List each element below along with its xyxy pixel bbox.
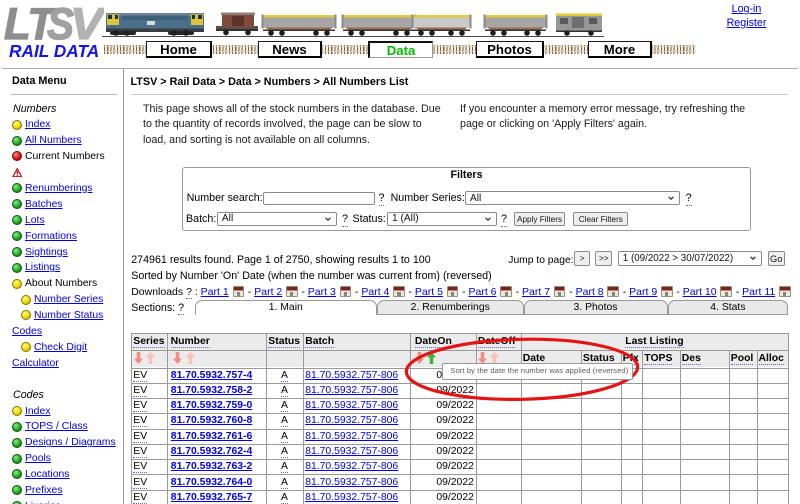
svg-text:V: V	[70, 0, 104, 42]
